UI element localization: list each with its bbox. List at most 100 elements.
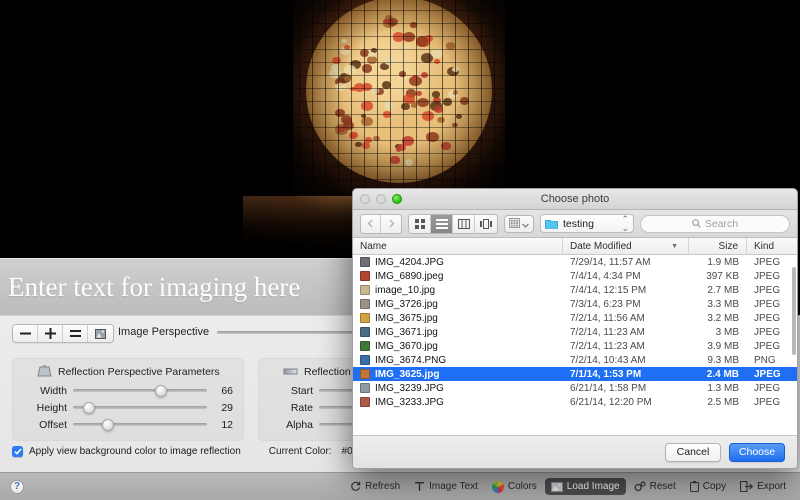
- icon-view-icon[interactable]: [409, 215, 431, 233]
- column-header-name[interactable]: Name: [353, 238, 563, 254]
- equals-icon[interactable]: [63, 325, 88, 342]
- load-image-icon: [551, 482, 563, 492]
- height-knob[interactable]: [83, 402, 95, 414]
- photo-vignette: [293, 0, 505, 196]
- table-row[interactable]: IMG_3239.JPG6/21/14, 1:58 PM1.3 MBJPEG: [353, 381, 797, 395]
- width-knob[interactable]: [155, 385, 167, 397]
- file-date-cell: 6/21/14, 1:58 PM: [563, 383, 689, 394]
- pizza-photo: [293, 0, 505, 196]
- file-size-cell: 3.9 MB: [689, 341, 747, 352]
- choose-photo-dialog: Choose photo: [352, 188, 798, 469]
- file-name-label: IMG_3671.jpg: [375, 327, 438, 338]
- reset-button[interactable]: Reset: [628, 478, 682, 495]
- refresh-button[interactable]: Refresh: [344, 478, 406, 495]
- list-view-icon[interactable]: [431, 215, 453, 233]
- table-row[interactable]: IMG_3625.jpg7/1/14, 1:53 PM2.4 MBJPEG: [353, 367, 797, 381]
- table-row[interactable]: IMG_3726.jpg7/3/14, 6:23 PM3.3 MBJPEG: [353, 297, 797, 311]
- table-row[interactable]: IMG_3674.PNG7/2/14, 10:43 AM9.3 MBPNG: [353, 353, 797, 367]
- width-track[interactable]: [73, 389, 207, 392]
- file-size-cell: 1.3 MB: [689, 383, 747, 394]
- path-popup-button[interactable]: testing ⌃⌄: [540, 214, 634, 233]
- file-name-label: IMG_6890.jpeg: [375, 271, 443, 282]
- export-button[interactable]: Export: [734, 478, 792, 495]
- file-size-cell: 3.3 MB: [689, 299, 747, 310]
- table-row[interactable]: image_10.jpg7/4/14, 12:15 PM2.7 MBJPEG: [353, 283, 797, 297]
- file-size-cell: 3 MB: [689, 327, 747, 338]
- application-window: Enter text for imaging here Image Perspe…: [0, 0, 800, 500]
- table-row[interactable]: IMG_3675.jpg7/2/14, 11:56 AM3.2 MBJPEG: [353, 311, 797, 325]
- path-label: testing: [563, 218, 594, 230]
- load-image-button[interactable]: Load Image: [545, 478, 626, 495]
- apply-background-checkbox-row[interactable]: Apply view background color to image ref…: [12, 446, 381, 457]
- file-name-cell: IMG_3670.jpg: [353, 341, 563, 352]
- offset-knob[interactable]: [102, 419, 114, 431]
- checkbox-checked-icon[interactable]: [12, 446, 23, 457]
- column-header-kind[interactable]: Kind: [747, 238, 797, 254]
- apply-background-label: Apply view background color to image ref…: [29, 446, 241, 457]
- chevron-right-icon[interactable]: [381, 215, 401, 233]
- table-row[interactable]: IMG_3233.JPG6/21/14, 12:20 PM2.5 MBJPEG: [353, 395, 797, 409]
- offset-label: Offset: [21, 419, 67, 431]
- perspective-icon: [37, 365, 52, 378]
- file-kind-cell: JPEG: [747, 383, 797, 394]
- column-view-icon[interactable]: [453, 215, 475, 233]
- bottom-toolbar: ? Refresh Image Text: [0, 472, 800, 500]
- copy-button[interactable]: Copy: [684, 478, 732, 495]
- cancel-button[interactable]: Cancel: [665, 443, 721, 462]
- file-date-cell: 7/1/14, 1:53 PM: [563, 369, 689, 380]
- image-text-button[interactable]: Image Text: [408, 478, 484, 495]
- param-row-offset[interactable]: Offset 12: [13, 416, 243, 433]
- file-list-scrollbar[interactable]: [792, 267, 796, 427]
- file-name-cell: IMG_4204.JPG: [353, 257, 563, 268]
- file-thumbnail-icon: [360, 341, 370, 351]
- file-size-cell: 1.9 MB: [689, 257, 747, 268]
- image-text-overlay: Enter text for imaging here: [0, 258, 353, 315]
- file-list[interactable]: IMG_4204.JPG7/29/14, 11:57 AM1.9 MBJPEGI…: [353, 255, 797, 437]
- text-icon: [414, 481, 425, 492]
- param-row-width[interactable]: Width 66: [13, 382, 243, 399]
- plus-icon[interactable]: [38, 325, 63, 342]
- file-size-cell: 2.4 MB: [689, 369, 747, 380]
- file-kind-cell: JPEG: [747, 299, 797, 310]
- file-name-cell: IMG_3674.PNG: [353, 355, 563, 366]
- view-mode-buttons[interactable]: [408, 214, 498, 234]
- minus-icon[interactable]: [13, 325, 38, 342]
- table-row[interactable]: IMG_3670.jpg7/2/14, 11:23 AM3.9 MBJPEG: [353, 339, 797, 353]
- image-text-value: Enter text for imaging here: [0, 272, 300, 303]
- reflection-perspective-group: Reflection Perspective Parameters Width …: [12, 358, 244, 441]
- column-header-size[interactable]: Size: [689, 238, 747, 254]
- file-thumbnail-icon: [360, 285, 370, 295]
- height-label: Height: [21, 402, 67, 414]
- file-name-cell: IMG_3675.jpg: [353, 313, 563, 324]
- coverflow-view-icon[interactable]: [475, 215, 497, 233]
- offset-track[interactable]: [73, 423, 207, 426]
- param-row-height[interactable]: Height 29: [13, 399, 243, 416]
- table-row[interactable]: IMG_3671.jpg7/2/14, 11:23 AM3 MBJPEG: [353, 325, 797, 339]
- file-name-cell: IMG_6890.jpeg: [353, 271, 563, 282]
- column-header-date-modified[interactable]: Date Modified ▼: [563, 238, 689, 254]
- image-icon[interactable]: [88, 325, 113, 342]
- file-date-cell: 7/3/14, 6:23 PM: [563, 299, 689, 310]
- scrollbar-thumb[interactable]: [792, 267, 796, 355]
- file-thumbnail-icon: [360, 383, 370, 393]
- table-row[interactable]: IMG_4204.JPG7/29/14, 11:57 AM1.9 MBJPEG: [353, 255, 797, 269]
- file-size-cell: 2.5 MB: [689, 397, 747, 408]
- chevron-left-icon[interactable]: [361, 215, 381, 233]
- table-row[interactable]: IMG_6890.jpeg7/4/14, 4:34 PM397 KBJPEG: [353, 269, 797, 283]
- colors-button[interactable]: Colors: [486, 478, 543, 496]
- navigation-buttons[interactable]: [360, 214, 402, 234]
- file-thumbnail-icon: [360, 355, 370, 365]
- help-button[interactable]: ?: [10, 480, 24, 494]
- search-field[interactable]: Search: [640, 215, 790, 233]
- zoom-segmented-control[interactable]: [12, 324, 114, 343]
- file-size-cell: 9.3 MB: [689, 355, 747, 366]
- file-date-cell: 6/21/14, 12:20 PM: [563, 397, 689, 408]
- choose-button[interactable]: Choose: [729, 443, 785, 462]
- arrange-button[interactable]: [504, 215, 534, 233]
- current-color-label: Current Color:: [269, 446, 332, 457]
- height-track[interactable]: [73, 406, 207, 409]
- stepper-icon[interactable]: ⌃⌄: [621, 215, 629, 233]
- file-thumbnail-icon: [360, 257, 370, 267]
- file-name-cell: IMG_3726.jpg: [353, 299, 563, 310]
- dialog-titlebar[interactable]: Choose photo: [353, 189, 797, 210]
